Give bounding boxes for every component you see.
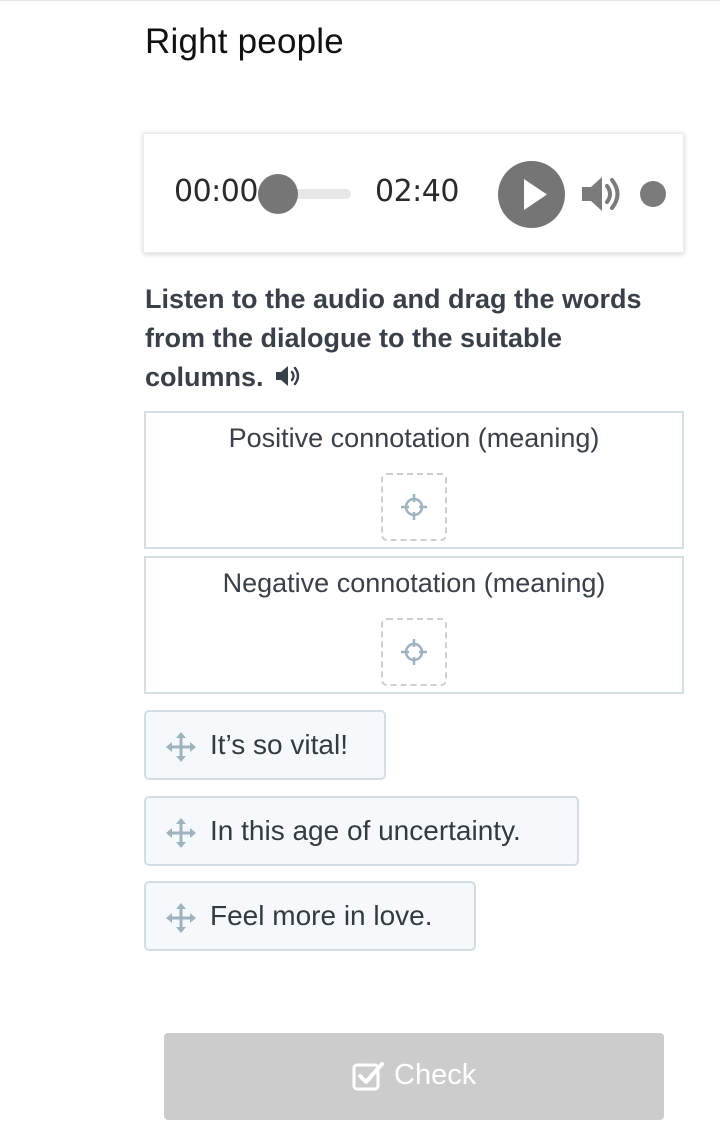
speaker-icon[interactable] xyxy=(275,360,305,386)
word-chip[interactable]: It’s so vital! xyxy=(144,710,386,780)
instructions: Listen to the audio and drag the words f… xyxy=(145,280,665,397)
checkbox-icon xyxy=(352,1062,384,1091)
move-icon xyxy=(166,818,196,848)
check-label: Check xyxy=(394,1059,477,1091)
word-label: In this age of uncertainty. xyxy=(210,815,521,846)
word-label: Feel more in love. xyxy=(210,900,433,931)
progress-thumb[interactable] xyxy=(258,174,298,214)
instructions-text: Listen to the audio and drag the words f… xyxy=(145,284,642,392)
crosshair-icon xyxy=(401,639,427,665)
audio-player: 00:00 02:40 xyxy=(143,133,684,253)
play-icon xyxy=(524,179,547,210)
move-icon xyxy=(166,732,196,762)
word-chip[interactable]: Feel more in love. xyxy=(144,881,476,951)
word-chip[interactable]: In this age of uncertainty. xyxy=(144,796,579,866)
column-title: Positive connotation (meaning) xyxy=(228,423,600,453)
volume-icon xyxy=(582,177,620,211)
check-button[interactable]: Check xyxy=(164,1033,664,1120)
volume-button[interactable] xyxy=(580,172,626,216)
drop-target[interactable] xyxy=(381,473,447,541)
word-label: It’s so vital! xyxy=(210,729,348,760)
total-time: 02:40 xyxy=(375,174,459,209)
current-time: 00:00 xyxy=(174,174,258,209)
column-title: Negative connotation (meaning) xyxy=(222,568,606,598)
top-divider xyxy=(0,0,720,1)
column-positive: Positive connotation (meaning) xyxy=(144,411,684,549)
crosshair-icon xyxy=(401,494,427,520)
exercise-page: Right people 00:00 02:40 Listen to the a… xyxy=(0,0,720,1143)
drop-target[interactable] xyxy=(381,618,447,686)
column-negative: Negative connotation (meaning) xyxy=(144,556,684,694)
play-button[interactable] xyxy=(498,161,565,228)
page-title: Right people xyxy=(145,22,344,61)
volume-slider-knob[interactable] xyxy=(640,181,666,207)
move-icon xyxy=(166,903,196,933)
